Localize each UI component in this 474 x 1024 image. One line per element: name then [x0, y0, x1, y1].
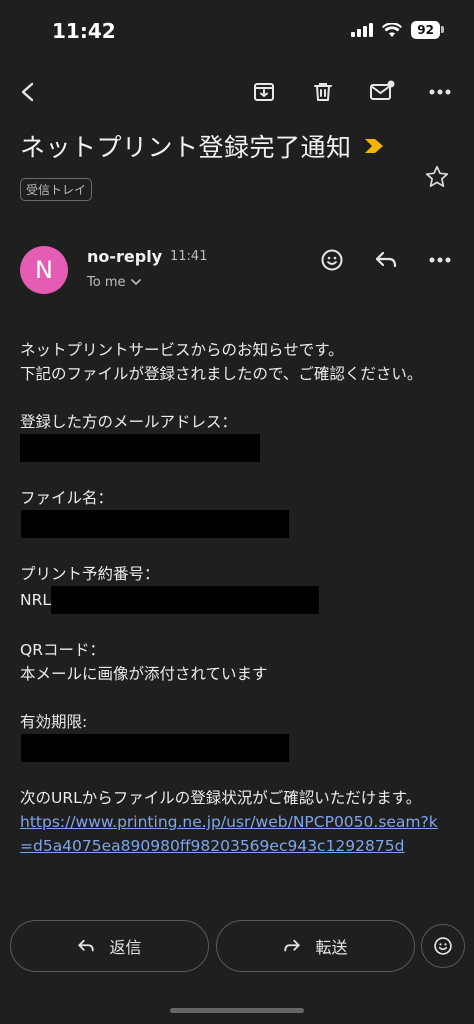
- more-horizontal-icon: [429, 89, 451, 95]
- reservation-prefix: NRL: [20, 591, 51, 609]
- status-bar: 11:42 92: [0, 0, 474, 60]
- chevron-down-icon: [131, 279, 142, 286]
- emoji-reaction-button[interactable]: [316, 244, 348, 276]
- importance-marker-icon[interactable]: [363, 138, 385, 154]
- qr-label: QRコード：: [20, 641, 105, 659]
- back-button[interactable]: [10, 74, 46, 110]
- reservation-section: プリント予約番号： NRL: [20, 562, 450, 614]
- forward-label: 転送: [315, 938, 348, 957]
- subject-row: ネットプリント登録完了通知: [20, 128, 460, 164]
- email-subject: ネットプリント登録完了通知: [20, 133, 352, 162]
- archive-icon: [254, 83, 274, 101]
- delete-button[interactable]: [305, 74, 341, 110]
- redacted-file-name: [21, 510, 289, 538]
- reply-icon: [78, 939, 95, 952]
- sender-time: 11:41: [170, 249, 208, 264]
- email-body: ネットプリントサービスからのお知らせです。 下記のファイルが登録されましたので、…: [20, 338, 450, 910]
- redacted-expiry: [21, 734, 289, 762]
- status-url-link[interactable]: https://www.printing.ne.jp/usr/web/NPCP0…: [20, 813, 438, 855]
- quick-reaction-button[interactable]: [421, 924, 465, 968]
- more-options-button[interactable]: [422, 74, 458, 110]
- home-indicator: [170, 1008, 304, 1013]
- forward-icon: [284, 939, 301, 952]
- star-icon: [425, 165, 449, 187]
- trash-icon: [314, 83, 332, 101]
- more-horizontal-icon: [429, 257, 451, 263]
- status-icons: 92: [351, 21, 444, 39]
- email-toolbar: [0, 70, 474, 114]
- bottom-action-bar: 返信 転送: [0, 920, 474, 976]
- recipient-label: To me: [87, 275, 126, 290]
- email-address-label: 登録した方のメールアドレス：: [20, 413, 238, 431]
- sender-avatar[interactable]: N: [20, 246, 68, 294]
- reservation-label: プリント予約番号：: [20, 565, 160, 583]
- expiry-section: 有効期限:: [20, 710, 450, 762]
- url-section: 次のURLからファイルの登録状況がご確認いただけます。 https://www.…: [20, 786, 450, 858]
- archive-button[interactable]: [246, 74, 282, 110]
- reply-button[interactable]: 返信: [10, 920, 209, 972]
- sender-row: N no-reply 11:41 To me: [20, 244, 460, 298]
- smiley-icon: [321, 249, 343, 271]
- url-intro: 次のURLからファイルの登録状況がご確認いただけます。: [20, 789, 422, 807]
- intro-paragraph: ネットプリントサービスからのお知らせです。 下記のファイルが登録されましたので、…: [20, 338, 450, 386]
- email-address-section: 登録した方のメールアドレス：: [20, 410, 450, 462]
- expiry-label: 有効期限:: [20, 713, 88, 731]
- star-button[interactable]: [424, 164, 452, 192]
- sender-name: no-reply: [87, 247, 163, 266]
- smiley-icon: [434, 937, 452, 955]
- status-time: 11:42: [52, 19, 116, 43]
- qr-section: QRコード： 本メールに画像が添付されています: [20, 638, 450, 686]
- wifi-icon: [382, 22, 403, 37]
- reservation-value: NRL: [20, 586, 450, 614]
- reply-icon: [375, 251, 397, 268]
- signal-icon: [351, 23, 374, 37]
- forward-button[interactable]: 転送: [216, 920, 415, 972]
- redacted-reservation-number: [51, 586, 319, 614]
- mail-unread-icon: [370, 80, 395, 100]
- chevron-left-icon: [21, 82, 34, 102]
- file-name-section: ファイル名：: [20, 486, 450, 538]
- message-more-button[interactable]: [424, 244, 456, 276]
- reply-icon-button[interactable]: [370, 244, 402, 276]
- intro-line: ネットプリントサービスからのお知らせです。: [20, 341, 344, 359]
- battery-indicator: 92: [411, 21, 444, 39]
- file-name-label: ファイル名：: [20, 489, 114, 507]
- redacted-email: [20, 434, 260, 462]
- qr-text: 本メールに画像が添付されています: [20, 665, 268, 683]
- recipient-details-toggle[interactable]: To me: [87, 275, 142, 290]
- mark-unread-button[interactable]: [364, 74, 400, 110]
- inbox-label-chip[interactable]: 受信トレイ: [20, 178, 93, 201]
- reply-label: 返信: [109, 938, 142, 957]
- intro-line: 下記のファイルが登録されましたので、ご確認ください。: [20, 365, 423, 383]
